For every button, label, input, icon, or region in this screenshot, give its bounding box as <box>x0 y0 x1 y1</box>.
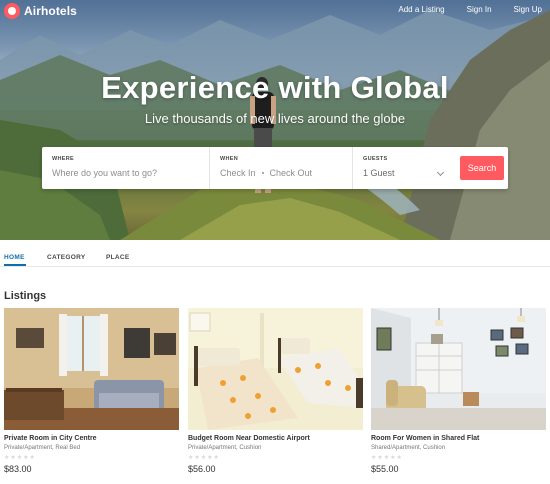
when-field[interactable]: WHEN Check In Check Out <box>210 147 353 189</box>
listings-heading: Listings <box>4 290 47 302</box>
listing-subtitle: Private/Apartment, Real Bed <box>4 445 81 451</box>
hero-headline: Experience with Global <box>101 70 449 105</box>
listing-price: $55.00 <box>371 464 399 474</box>
hero-subhead: Live thousands of new lives around the g… <box>144 111 406 126</box>
listing-price: $83.00 <box>4 464 32 474</box>
top-navbar: Airhotels Add a Listing Sign In Sign Up <box>0 0 550 22</box>
where-label: WHERE <box>52 156 74 162</box>
tab-category[interactable]: CATEGORY <box>47 254 86 261</box>
sign-up-link[interactable]: Sign Up <box>514 5 542 14</box>
rating-stars-icon: ★★★★★ <box>188 455 220 461</box>
date-range[interactable]: Check In Check Out <box>220 168 312 178</box>
logo-text: Airhotels <box>24 4 77 18</box>
tab-home[interactable]: HOME <box>4 254 25 261</box>
date-separator-dot <box>261 172 264 174</box>
listing-price: $56.00 <box>188 464 216 474</box>
listing-title[interactable]: Budget Room Near Domestic Airport <box>188 435 363 442</box>
chevron-down-icon[interactable] <box>436 168 445 177</box>
hero-banner: Airhotels Add a Listing Sign In Sign Up … <box>0 0 550 240</box>
tab-bar: HOME CATEGORY PLACE <box>0 249 550 267</box>
check-in-input[interactable]: Check In <box>220 168 256 178</box>
guests-label: GUESTS <box>363 156 388 162</box>
listing-photo[interactable] <box>371 308 546 430</box>
logo[interactable]: Airhotels <box>4 3 77 19</box>
search-bar: WHERE Where do you want to go? WHEN Chec… <box>42 147 508 189</box>
rating-stars-icon: ★★★★★ <box>4 455 36 461</box>
tab-place[interactable]: PLACE <box>106 254 130 261</box>
listing-card[interactable]: Room For Women in Shared Flat Shared/Apa… <box>371 308 546 474</box>
rating-stars-icon: ★★★★★ <box>371 455 403 461</box>
guests-select[interactable]: 1 Guest <box>363 168 395 178</box>
where-input[interactable]: Where do you want to go? <box>52 168 157 178</box>
sign-in-link[interactable]: Sign In <box>467 5 492 14</box>
listing-subtitle: Shared/Apartment, Cushion <box>371 445 446 451</box>
top-nav-links: Add a Listing Sign In Sign Up <box>398 5 542 14</box>
when-label: WHEN <box>220 156 239 162</box>
where-field[interactable]: WHERE Where do you want to go? <box>42 147 210 189</box>
check-out-input[interactable]: Check Out <box>270 168 313 178</box>
search-button[interactable]: Search <box>460 156 504 180</box>
logo-icon <box>4 3 20 19</box>
listing-card[interactable]: Budget Room Near Domestic Airport Privat… <box>188 308 363 474</box>
listing-photo[interactable] <box>188 308 363 430</box>
active-tab-indicator <box>4 264 26 266</box>
listing-title[interactable]: Room For Women in Shared Flat <box>371 435 546 442</box>
add-listing-link[interactable]: Add a Listing <box>398 5 444 14</box>
listing-photo[interactable] <box>4 308 179 430</box>
listing-title[interactable]: Private Room in City Centre <box>4 435 179 442</box>
listing-card[interactable]: Private Room in City Centre Private/Apar… <box>4 308 179 474</box>
listing-subtitle: Private/Apartment, Cushion <box>188 445 262 451</box>
